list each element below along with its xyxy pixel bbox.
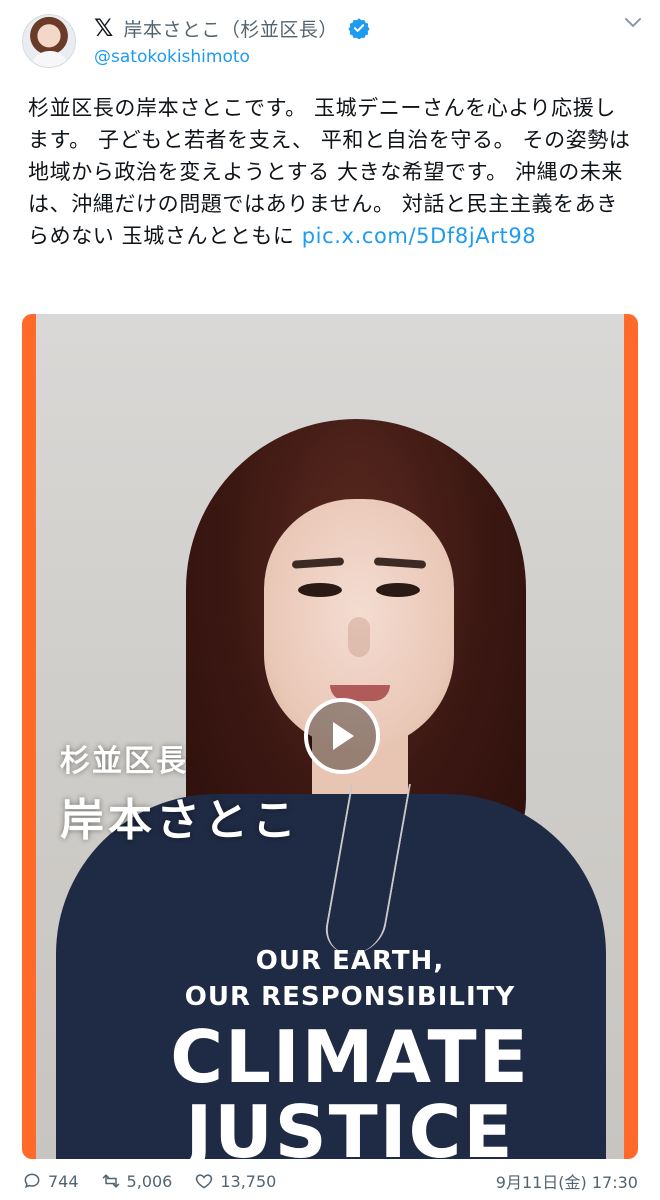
media-link[interactable]: pic.x.com/5Df8jArt98: [302, 224, 537, 248]
user-handle[interactable]: @satokokishimoto: [94, 47, 250, 67]
right-eyebrow: [373, 557, 427, 569]
like-stat[interactable]: 13,750: [194, 1171, 276, 1191]
shirt-text-line1: OUR EARTH,: [255, 946, 445, 976]
retweet-icon: [102, 1174, 119, 1188]
chevron-down-icon[interactable]: [624, 16, 642, 30]
play-button[interactable]: [304, 698, 380, 774]
left-eyebrow: [291, 557, 345, 569]
right-eye: [376, 583, 420, 597]
retweet-stat[interactable]: 5,006: [101, 1171, 173, 1191]
author-row: 𝕏 岸本さとこ（杉並区長）: [94, 14, 370, 42]
play-icon: [333, 722, 354, 750]
left-eye: [298, 583, 342, 597]
avatar-shirt: [31, 51, 69, 67]
like-count: 13,750: [220, 1171, 277, 1191]
tweet-card: 𝕏 岸本さとこ（杉並区長） @satokokishimoto 杉並区長の岸本さと…: [0, 0, 660, 1200]
reply-icon: [24, 1173, 40, 1189]
shirt-text-line4: JUSTICE: [185, 1090, 515, 1159]
nose: [348, 617, 370, 657]
video-frame[interactable]: OUR EARTH, OUR RESPONSIBILITY CLIMATE JU…: [36, 314, 624, 1159]
tweet-footer: 744 5,006 13,750 9月11日(金) 17:30: [22, 1168, 638, 1194]
video-caption-name: 岸本さとこ: [60, 795, 300, 846]
display-name[interactable]: 岸本さとこ（杉並区長）: [123, 15, 338, 42]
verified-badge-icon: [348, 18, 370, 39]
video-caption-title: 杉並区長: [60, 744, 188, 779]
shirt-text-line3: CLIMATE: [170, 1015, 530, 1099]
shirt-text-line2: OUR RESPONSIBILITY: [184, 982, 516, 1012]
reply-stat[interactable]: 744: [22, 1171, 79, 1191]
video-media[interactable]: OUR EARTH, OUR RESPONSIBILITY CLIMATE JU…: [22, 314, 638, 1159]
reply-count: 744: [48, 1171, 79, 1191]
avatar[interactable]: [22, 14, 76, 68]
x-logo-icon: 𝕏: [94, 14, 114, 42]
tweet-timestamp[interactable]: 9月11日(金) 17:30: [496, 1169, 638, 1193]
retweet-count: 5,006: [126, 1171, 173, 1191]
tweet-text: 杉並区長の岸本さとこです。 玉城デニーさんを心より応援します。 子どもと若者を支…: [28, 92, 634, 252]
heart-icon: [196, 1174, 213, 1189]
